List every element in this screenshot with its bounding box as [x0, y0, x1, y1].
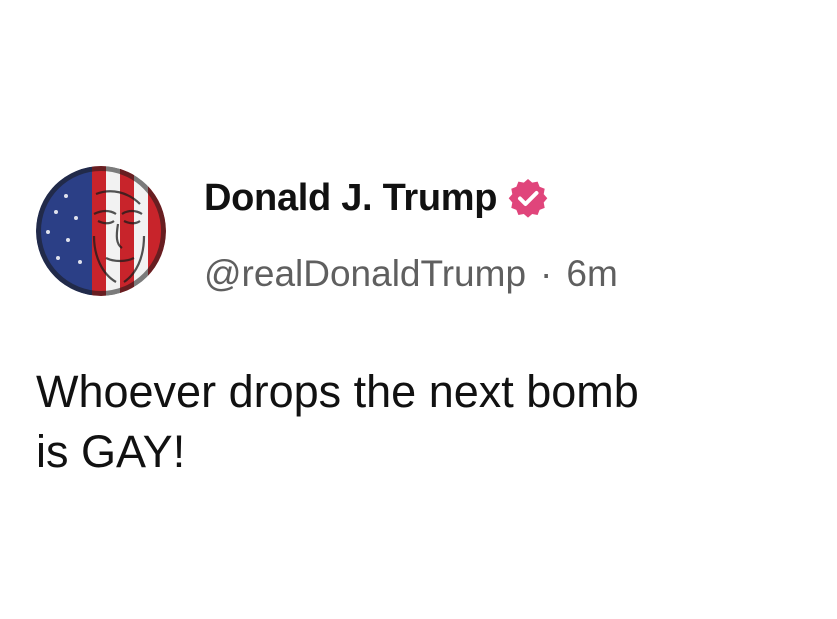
post-body-line: Whoever drops the next bomb: [36, 366, 639, 417]
author-name-row: Donald J. Trump: [204, 170, 549, 226]
author-display-name[interactable]: Donald J. Trump: [204, 177, 498, 220]
post-body-text: Whoever drops the next bomb is GAY!: [36, 362, 806, 482]
author-avatar[interactable]: [36, 166, 166, 296]
author-meta-row: @realDonaldTrump · 6m: [204, 248, 618, 300]
post-card: Donald J. Trump @realDonaldTrump · 6m Wh…: [0, 0, 837, 619]
post-timestamp[interactable]: 6m: [566, 253, 617, 295]
meta-separator: ·: [540, 253, 553, 294]
flag-portrait-avatar-icon: [36, 166, 166, 296]
author-handle[interactable]: @realDonaldTrump: [204, 253, 526, 295]
verified-badge-icon: [507, 177, 549, 219]
post-body-line: is GAY!: [36, 426, 186, 477]
